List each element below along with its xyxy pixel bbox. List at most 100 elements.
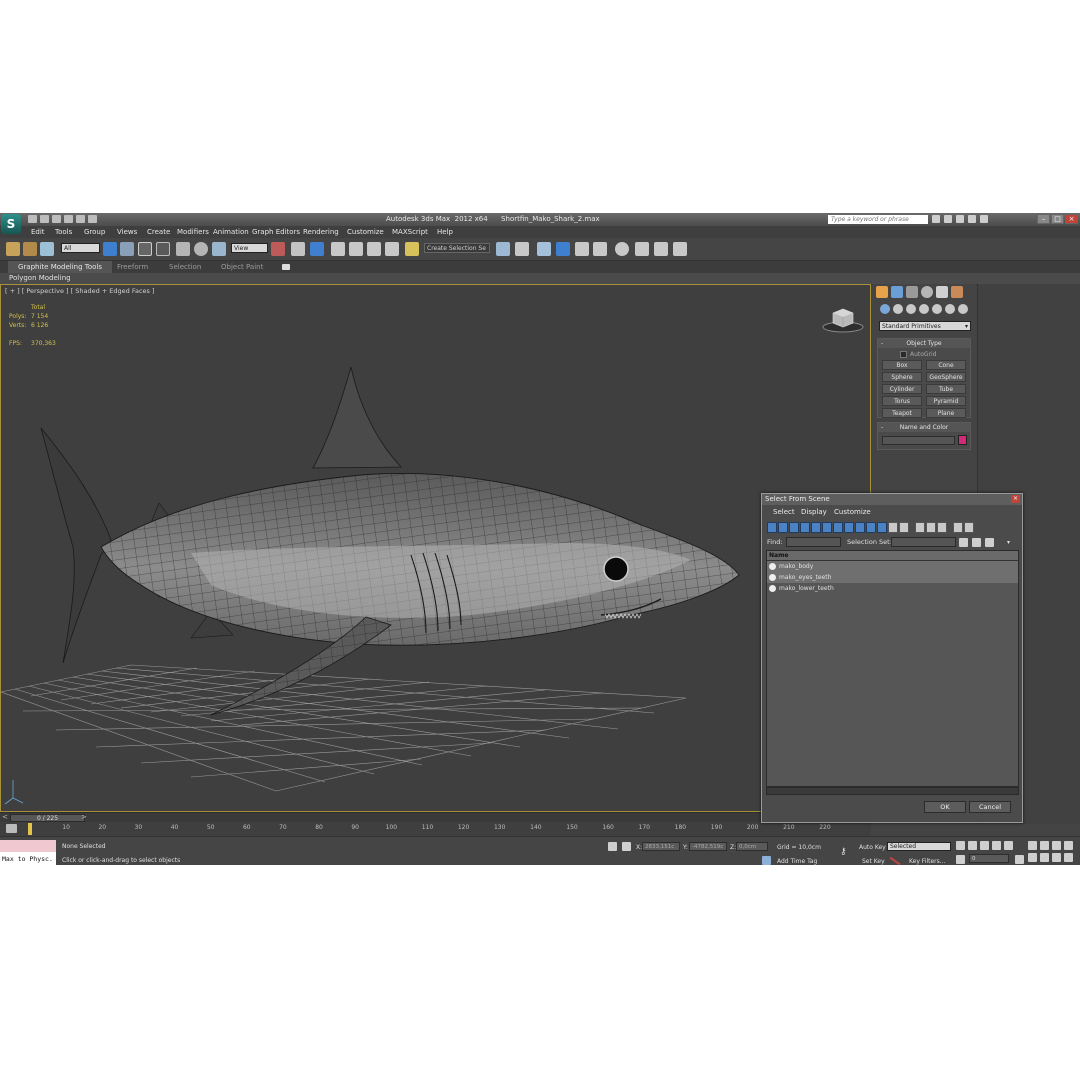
ribbon-options-icon[interactable]: [282, 264, 290, 270]
set-key-button[interactable]: Set Key: [862, 858, 885, 865]
mini-curve-editor-icon[interactable]: [6, 824, 17, 833]
list-item[interactable]: mako_body: [767, 561, 1018, 572]
tab-freeform[interactable]: Freeform: [117, 263, 148, 271]
find-input[interactable]: [786, 537, 841, 547]
zoom-icon[interactable]: [1028, 841, 1037, 850]
object-name-field[interactable]: [882, 436, 955, 445]
display-containers-icon[interactable]: [866, 522, 876, 533]
keyboard-shortcut-icon[interactable]: [310, 242, 324, 256]
tab-graphite-modeling-tools[interactable]: Graphite Modeling Tools: [8, 261, 113, 273]
dialog-menu-customize[interactable]: Customize: [834, 508, 871, 516]
display-shapes-icon[interactable]: [778, 522, 788, 533]
bind-space-warp-icon[interactable]: [40, 242, 54, 256]
perspective-viewport[interactable]: [ + ] [ Perspective ] [ Shaded + Edged F…: [0, 284, 871, 812]
tab-selection[interactable]: Selection: [169, 263, 201, 271]
helpers-icon[interactable]: [932, 304, 942, 314]
display-frozen-icon[interactable]: [877, 522, 887, 533]
tab-object-paint[interactable]: Object Paint: [221, 263, 263, 271]
cone-button[interactable]: Cone: [926, 360, 966, 370]
object-color-swatch[interactable]: [958, 435, 967, 445]
space-warps-icon[interactable]: [945, 304, 955, 314]
previous-frame-icon[interactable]: <: [2, 813, 8, 821]
percent-snap-icon[interactable]: [367, 242, 381, 256]
add-time-tag-button[interactable]: Add Time Tag: [777, 858, 817, 865]
display-cameras-icon[interactable]: [800, 522, 810, 533]
go-to-start-icon[interactable]: [956, 841, 965, 850]
snaps-toggle-icon[interactable]: [331, 242, 345, 256]
communication-icon[interactable]: [956, 215, 964, 223]
box-button[interactable]: Box: [882, 360, 922, 370]
angle-snap-icon[interactable]: [349, 242, 363, 256]
select-object-icon[interactable]: [103, 242, 117, 256]
orbit-icon[interactable]: [1052, 853, 1061, 862]
reference-coord-dropdown[interactable]: View: [231, 243, 268, 253]
open-file-icon[interactable]: [40, 215, 49, 223]
list-item[interactable]: mako_lower_teeth: [767, 583, 1018, 594]
search-input[interactable]: Type a keyword or phrase: [828, 215, 928, 224]
object-type-header[interactable]: - Object Type: [878, 339, 970, 348]
layer-manager-icon[interactable]: [537, 242, 551, 256]
select-by-name-icon[interactable]: [120, 242, 134, 256]
name-column-header[interactable]: Name: [767, 551, 1018, 561]
horizontal-scrollbar[interactable]: [766, 787, 1019, 795]
geometry-icon[interactable]: [880, 304, 890, 314]
motion-tab-icon[interactable]: [921, 286, 933, 298]
teapot-button[interactable]: Teapot: [882, 408, 922, 418]
zoom-extents-icon[interactable]: [1052, 841, 1061, 850]
key-mode-dropdown[interactable]: Selected: [887, 842, 951, 851]
time-config-icon[interactable]: [1015, 855, 1024, 864]
menu-group[interactable]: Group: [84, 228, 105, 236]
cancel-button[interactable]: Cancel: [969, 801, 1011, 813]
maxscript-top-line[interactable]: [0, 840, 56, 852]
display-tab-icon[interactable]: [936, 286, 948, 298]
absolute-mode-icon[interactable]: [622, 842, 631, 851]
subscription-icon[interactable]: [944, 215, 952, 223]
save-file-icon[interactable]: [52, 215, 61, 223]
dialog-title[interactable]: Select From Scene: [762, 494, 1022, 505]
edit-named-selection-icon[interactable]: [405, 242, 419, 256]
link-icon[interactable]: [6, 242, 20, 256]
y-coordinate-field[interactable]: -4782,519c: [689, 842, 727, 851]
select-none-icon[interactable]: [926, 522, 936, 533]
list-item[interactable]: mako_eyes_teeth: [767, 572, 1018, 583]
move-icon[interactable]: [176, 242, 190, 256]
next-key-icon[interactable]: [992, 841, 1001, 850]
scene-object-list[interactable]: Name mako_body mako_eyes_teeth mako_lowe…: [766, 550, 1019, 787]
auto-key-button[interactable]: Auto Key: [859, 844, 886, 851]
3dsmax-logo-icon[interactable]: S: [1, 214, 21, 234]
z-coordinate-field[interactable]: 0,0cm: [736, 842, 768, 851]
shapes-icon[interactable]: [893, 304, 903, 314]
polygon-modeling-panel[interactable]: Polygon Modeling: [9, 274, 71, 282]
filter-icon[interactable]: [953, 522, 963, 533]
dialog-menu-select[interactable]: Select: [773, 508, 795, 516]
cameras-icon[interactable]: [919, 304, 929, 314]
selection-set-remove-icon[interactable]: [985, 538, 994, 547]
display-xrefs-icon[interactable]: [844, 522, 854, 533]
x-coordinate-field[interactable]: 2833,151c: [642, 842, 680, 851]
menu-graph-editors[interactable]: Graph Editors: [252, 228, 300, 236]
help-icon[interactable]: [980, 215, 988, 223]
menu-rendering[interactable]: Rendering: [303, 228, 339, 236]
create-tab-icon[interactable]: [876, 286, 888, 298]
hierarchy-tab-icon[interactable]: [906, 286, 918, 298]
next-frame-icon[interactable]: >: [81, 813, 87, 821]
lock-icon[interactable]: [608, 842, 617, 851]
display-lights-icon[interactable]: [789, 522, 799, 533]
schematic-view-icon[interactable]: [593, 242, 607, 256]
rectangular-selection-icon[interactable]: [138, 242, 152, 256]
selection-filter-dropdown[interactable]: All: [61, 243, 100, 253]
systems-icon[interactable]: [958, 304, 968, 314]
primitive-category-dropdown[interactable]: Standard Primitives ▾: [879, 321, 971, 331]
dialog-close-icon[interactable]: ×: [1011, 495, 1020, 503]
named-selection-dropdown[interactable]: Create Selection Se: [424, 243, 490, 253]
search-icon[interactable]: [932, 215, 940, 223]
minimize-button[interactable]: –: [1037, 214, 1050, 224]
select-all-icon[interactable]: [915, 522, 925, 533]
pyramid-button[interactable]: Pyramid: [926, 396, 966, 406]
dialog-menu-display[interactable]: Display: [801, 508, 827, 516]
render-production-icon[interactable]: [673, 242, 687, 256]
zoom-extents-all-icon[interactable]: [1064, 841, 1073, 850]
menu-edit[interactable]: Edit: [31, 228, 45, 236]
new-file-icon[interactable]: [28, 215, 37, 223]
sphere-button[interactable]: Sphere: [882, 372, 922, 382]
